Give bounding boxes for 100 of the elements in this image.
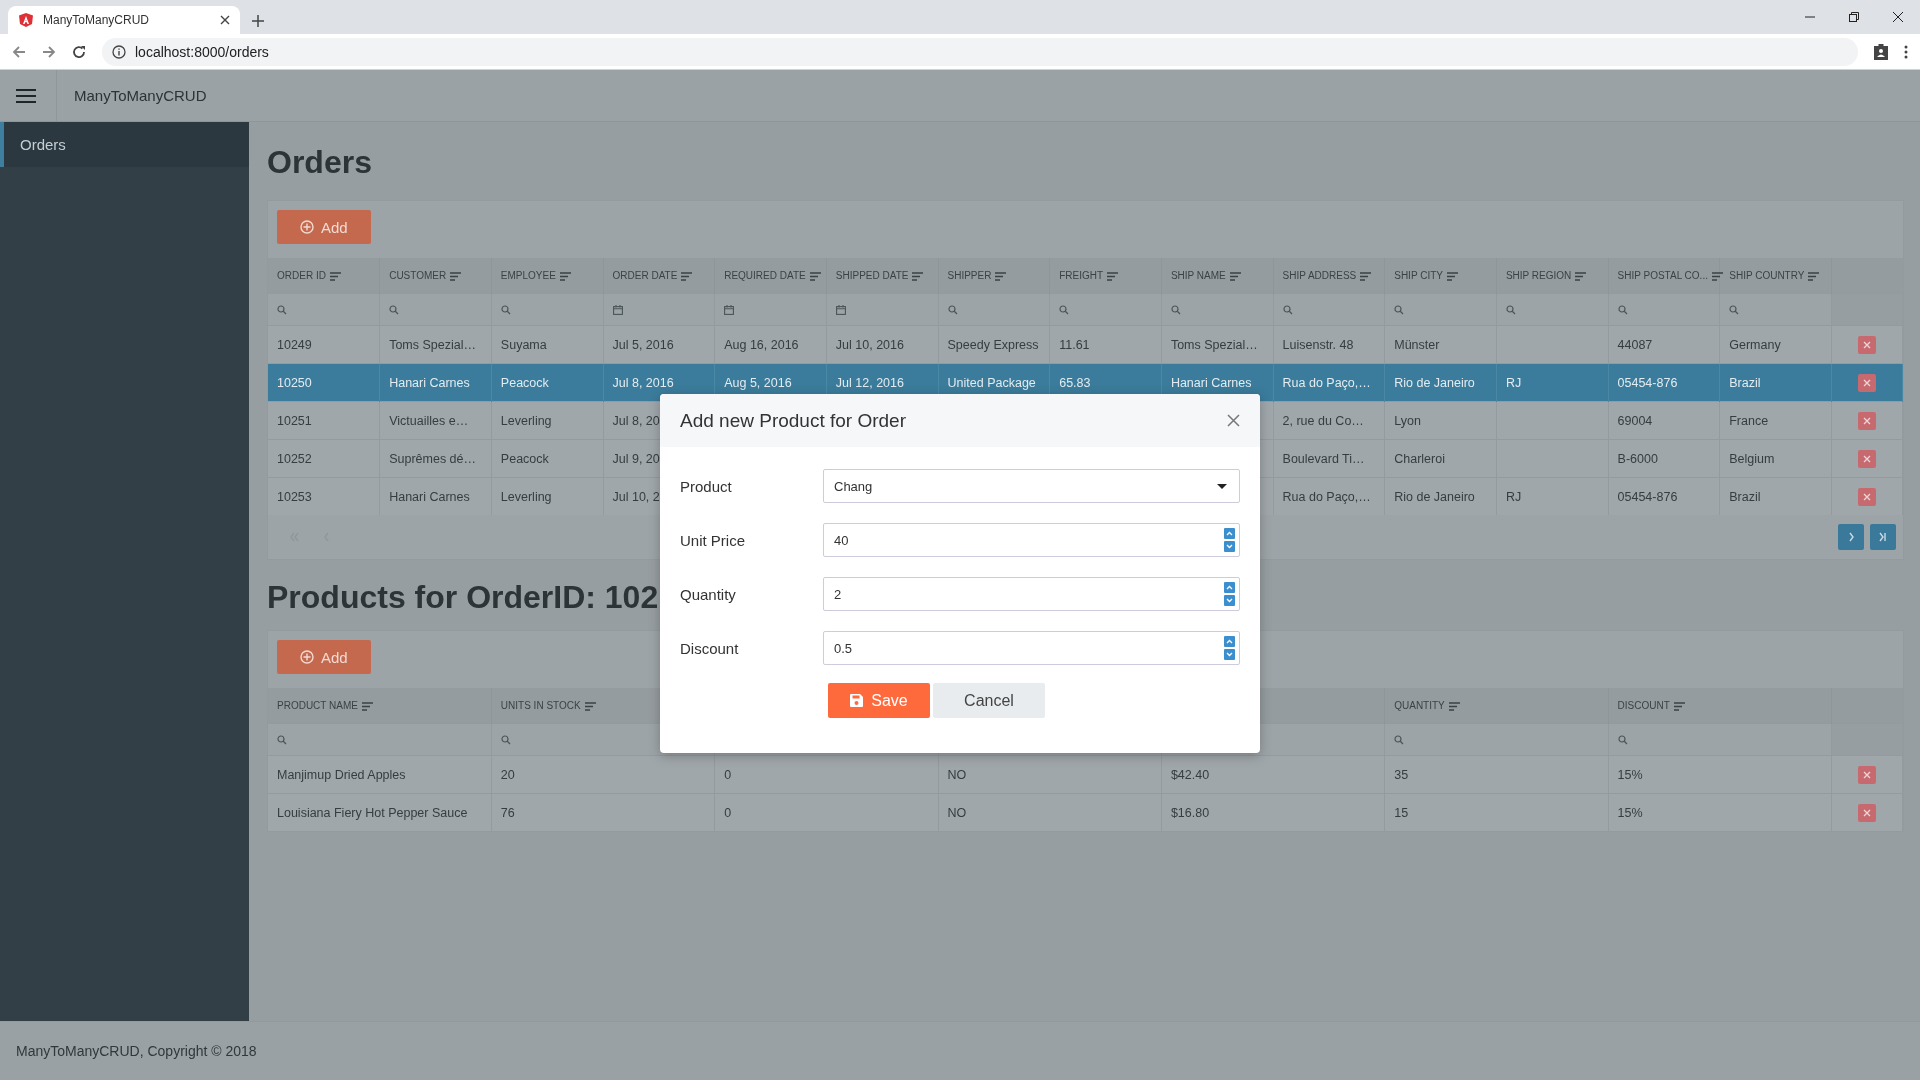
column-header[interactable]: SHIPPER bbox=[938, 258, 1050, 294]
table-cell: $16.80 bbox=[1161, 793, 1385, 831]
chevron-up-icon[interactable] bbox=[1224, 582, 1235, 593]
table-cell: RJ bbox=[1496, 363, 1609, 402]
table-cell: 10250 bbox=[268, 363, 380, 402]
table-row[interactable]: 10250 Hanari Carnes Peacock Jul 8, 2016 Aug 5, 2016 Jul 12, 2016 United Package 65.83 Hanari Carnes Rua do Paço,… Rio de Janeiro RJ 05454-876 Brazil bbox=[268, 363, 1903, 402]
sort-icon bbox=[995, 271, 1007, 281]
column-header[interactable]: DISCOUNT bbox=[1608, 688, 1832, 724]
column-header[interactable]: SHIP REGION bbox=[1496, 258, 1609, 294]
field-label: Unit Price bbox=[680, 531, 747, 549]
add-button[interactable]: Add bbox=[277, 210, 371, 244]
delete-button[interactable] bbox=[1858, 373, 1876, 392]
column-header[interactable]: ORDER DATE bbox=[603, 258, 715, 294]
delete-button[interactable] bbox=[1858, 449, 1876, 468]
x-icon bbox=[1863, 492, 1871, 501]
forward-arrow-icon[interactable] bbox=[42, 44, 56, 59]
table-cell: Münster bbox=[1384, 325, 1497, 364]
sort-icon bbox=[559, 271, 571, 281]
search-icon bbox=[1617, 734, 1628, 745]
sort-icon bbox=[1808, 271, 1820, 281]
chevron-down-icon[interactable] bbox=[1224, 541, 1235, 552]
sort-icon bbox=[1229, 271, 1241, 281]
address-bar[interactable]: localhost:8000/orders bbox=[102, 37, 1858, 66]
badge-icon[interactable] bbox=[1874, 43, 1888, 60]
cancel-button[interactable]: Cancel bbox=[933, 683, 1045, 718]
close-icon bbox=[220, 15, 230, 25]
chevron-up-icon[interactable] bbox=[1224, 528, 1235, 539]
search-icon bbox=[500, 734, 511, 745]
sort-icon bbox=[681, 271, 693, 281]
table-cell: 05454-876 bbox=[1608, 363, 1720, 402]
save-button[interactable]: Save bbox=[828, 683, 930, 718]
column-header[interactable]: FREIGHT bbox=[1049, 258, 1162, 294]
column-header[interactable]: SHIP NAME bbox=[1161, 258, 1274, 294]
chevron-down-icon[interactable] bbox=[1224, 595, 1235, 606]
select-field[interactable]: Chang bbox=[823, 469, 1240, 503]
column-header[interactable]: EMPLOYEE bbox=[491, 258, 603, 294]
column-header[interactable]: REQUIRED DATE bbox=[714, 258, 827, 294]
column-header[interactable]: SHIP CITY bbox=[1384, 258, 1497, 294]
table-row[interactable]: Manjimup Dried Apples 20 0 NO $42.40 35 15% bbox=[268, 755, 1903, 794]
column-header[interactable]: CUSTOMER bbox=[379, 258, 492, 294]
search-icon bbox=[277, 734, 287, 745]
column-header[interactable]: SHIPPED DATE bbox=[826, 258, 939, 294]
table-cell: Luisenstr. 48 bbox=[1273, 325, 1385, 364]
add-button[interactable]: Add bbox=[277, 640, 371, 674]
search-icon bbox=[389, 304, 400, 315]
page-button[interactable] bbox=[1870, 524, 1896, 550]
back-arrow-icon[interactable] bbox=[12, 44, 26, 59]
table-cell: Manjimup Dried Apples bbox=[268, 755, 492, 794]
number-field[interactable]: 2 bbox=[823, 577, 1240, 611]
url-text: localhost:8000/orders bbox=[135, 43, 269, 60]
search-icon bbox=[1729, 304, 1740, 315]
restore-icon[interactable] bbox=[1849, 12, 1859, 22]
plus-icon[interactable] bbox=[252, 15, 264, 27]
search-icon bbox=[1617, 304, 1628, 315]
chevron-down-icon[interactable] bbox=[1224, 649, 1235, 660]
table-cell: Toms Spezial… bbox=[379, 325, 492, 364]
section-heading: Products for OrderID: 102 bbox=[267, 578, 659, 617]
table-cell: Rua do Paço,… bbox=[1273, 363, 1385, 402]
table-row[interactable]: 10249 Toms Spezial… Suyama Jul 5, 2016 Aug 16, 2016 Jul 10, 2016 Speedy Express 11.61 Toms Spezial… Luisenstr. 48 Münster 44087 Germany bbox=[268, 325, 1903, 364]
table-cell: $42.40 bbox=[1161, 755, 1385, 794]
delete-button[interactable] bbox=[1858, 411, 1876, 430]
sort-icon bbox=[450, 271, 462, 281]
table-row[interactable]: Louisiana Fiery Hot Pepper Sauce 76 0 NO $16.80 15 15% bbox=[268, 793, 1903, 831]
column-header[interactable]: SHIP POSTAL CO... bbox=[1608, 258, 1720, 294]
table-cell: Hanari Carnes bbox=[379, 477, 492, 515]
x-icon bbox=[1863, 416, 1871, 425]
column-header[interactable]: SHIP COUNTRY bbox=[1719, 258, 1832, 294]
tab-title: ManyToManyCRUD bbox=[43, 13, 151, 27]
reload-icon[interactable] bbox=[72, 44, 86, 59]
number-field[interactable]: 40 bbox=[823, 523, 1240, 557]
table-cell: Jul 5, 2016 bbox=[603, 325, 715, 364]
plus-circle-icon bbox=[300, 650, 314, 664]
calendar-icon bbox=[612, 304, 623, 315]
close-icon[interactable] bbox=[1893, 12, 1903, 22]
search-icon bbox=[1394, 304, 1405, 315]
browser-tab[interactable]: ManyToManyCRUD bbox=[8, 6, 240, 34]
search-icon bbox=[1282, 304, 1293, 315]
table-cell: 10249 bbox=[268, 325, 380, 364]
sort-icon bbox=[912, 271, 924, 281]
sidebar-item[interactable]: Orders bbox=[0, 122, 249, 167]
delete-button[interactable] bbox=[1858, 803, 1876, 822]
plus-circle-icon bbox=[300, 220, 314, 234]
table-cell: Charleroi bbox=[1384, 439, 1497, 478]
delete-button[interactable] bbox=[1858, 765, 1876, 784]
column-header[interactable]: PRODUCT NAME bbox=[268, 688, 492, 724]
column-header[interactable]: ORDER ID bbox=[268, 258, 380, 294]
delete-button[interactable] bbox=[1858, 335, 1876, 354]
chevron-up-icon[interactable] bbox=[1224, 636, 1235, 647]
number-field[interactable]: 0.5 bbox=[823, 631, 1240, 665]
table-cell: Peacock bbox=[491, 439, 603, 478]
search-icon bbox=[1394, 734, 1405, 745]
page-button[interactable] bbox=[1838, 524, 1864, 550]
search-icon bbox=[947, 304, 958, 315]
kebab-menu-icon[interactable] bbox=[1904, 44, 1908, 59]
sort-icon bbox=[1673, 701, 1685, 711]
table-cell: 15% bbox=[1608, 793, 1832, 831]
delete-button[interactable] bbox=[1858, 487, 1876, 506]
column-header[interactable]: QUANTITY bbox=[1384, 688, 1609, 724]
menu-icon[interactable] bbox=[16, 87, 36, 104]
column-header[interactable]: SHIP ADDRESS bbox=[1273, 258, 1385, 294]
